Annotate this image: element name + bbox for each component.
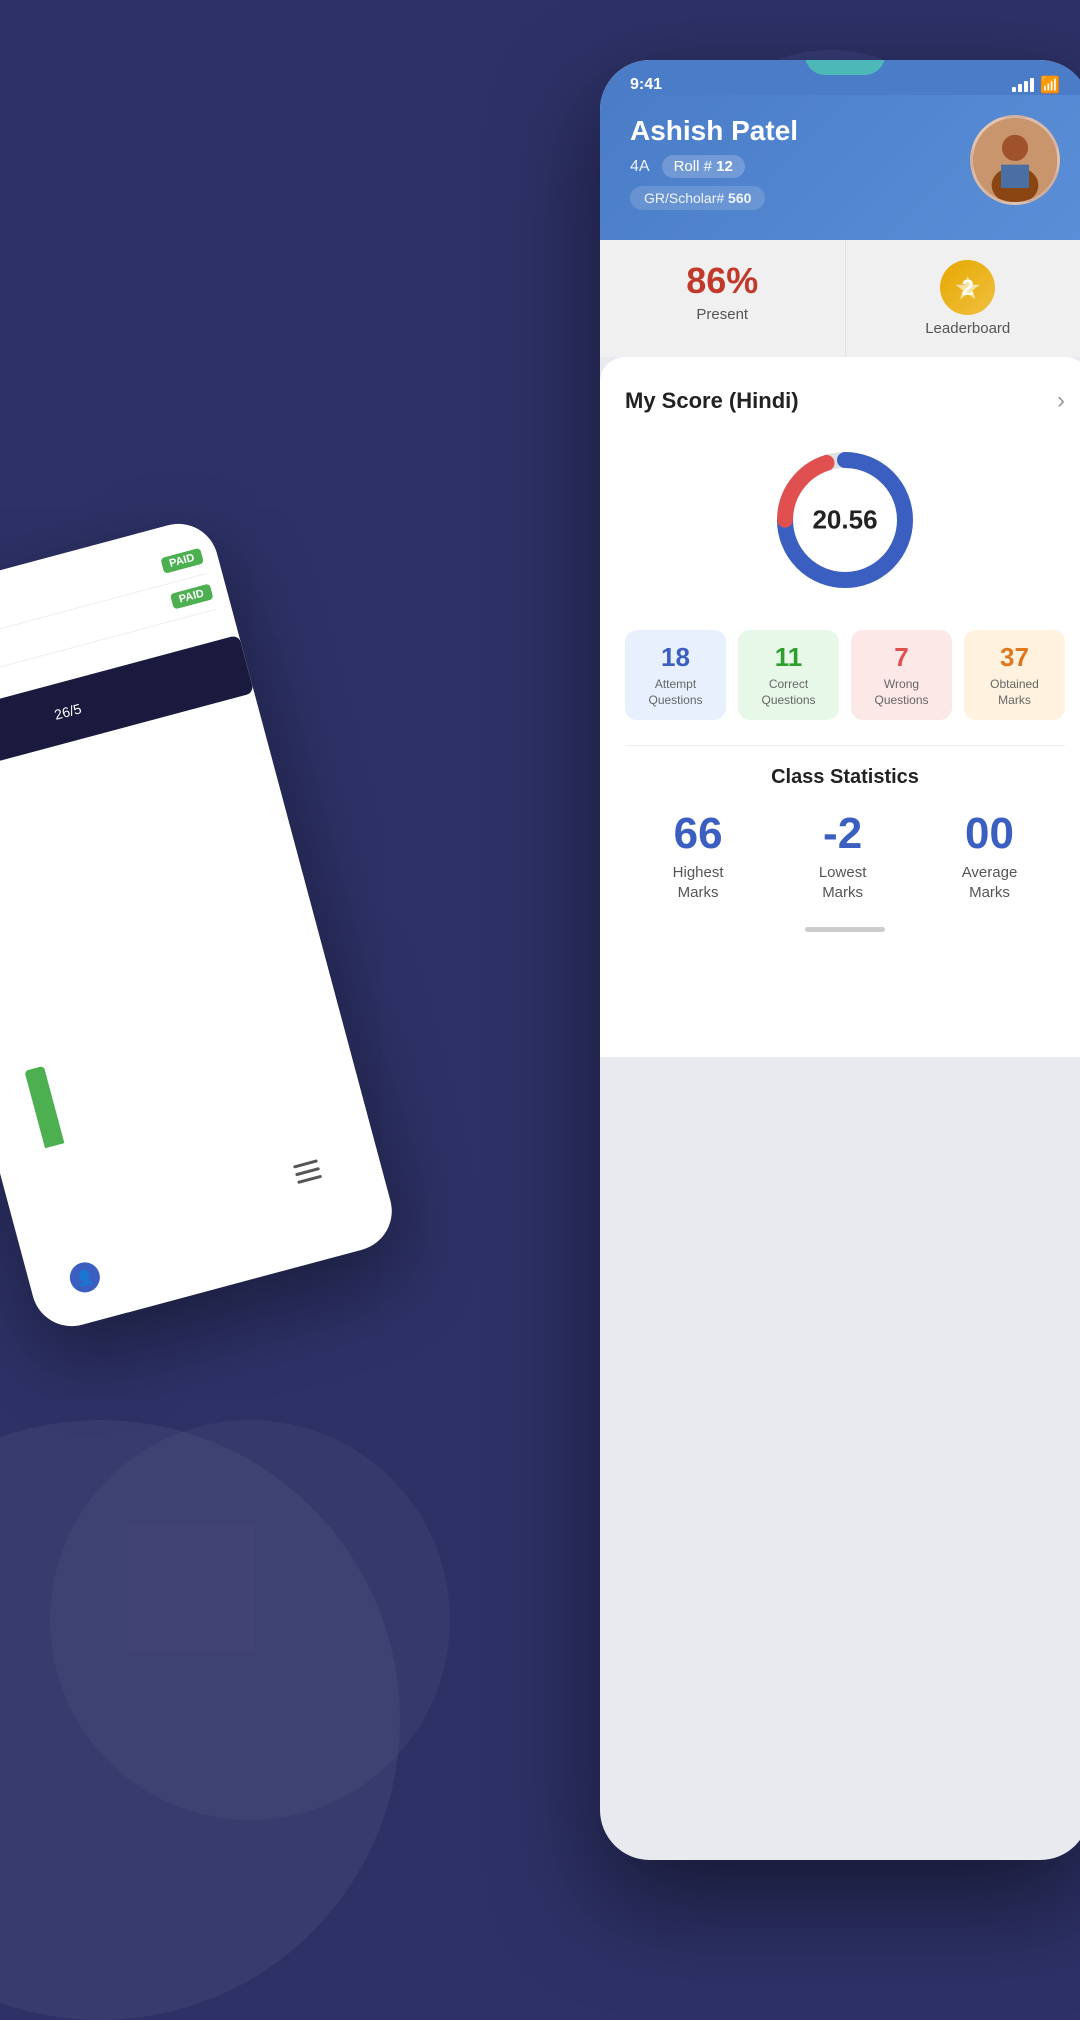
leaderboard-badge: ★ 2 — [940, 260, 995, 315]
leaderboard-stat: ★ 2 Leaderboard — [846, 240, 1080, 357]
average-marks-item: 00 AverageMarks — [962, 809, 1018, 902]
signal-bar-2 — [1018, 84, 1022, 92]
signal-bar-3 — [1024, 81, 1028, 92]
teal-pill-decoration — [805, 60, 885, 75]
chart-bar — [24, 1066, 64, 1148]
avatar-image — [973, 115, 1057, 205]
lowest-marks-value: -2 — [819, 809, 867, 859]
wrong-questions-label: WrongQuestions — [859, 677, 944, 708]
stats-boxes: 18 AttemptQuestions 11 CorrectQuestions … — [625, 630, 1065, 720]
profile-name: Ashish Patel — [630, 115, 798, 147]
avatar — [970, 115, 1060, 205]
present-label: Present — [615, 306, 830, 323]
date-text: 26/5 — [53, 700, 83, 723]
paid-badge-2: PAID — [169, 583, 213, 609]
obtained-marks-label: ObtainedMarks — [972, 677, 1057, 708]
signal-icon — [1012, 78, 1034, 92]
signal-bar-1 — [1012, 87, 1016, 92]
divider — [625, 745, 1065, 746]
bg-decoration-2 — [50, 1420, 450, 1820]
profile-info: Ashish Patel 4A Roll # 12 GR/Scholar# 56… — [630, 115, 1060, 210]
ham-line-3 — [297, 1175, 322, 1184]
obtained-marks-box: 37 ObtainedMarks — [964, 630, 1065, 720]
lowest-marks-item: -2 LowestMarks — [819, 809, 867, 902]
status-time: 9:41 — [630, 76, 662, 94]
class-stats-row: 66 HighestMarks -2 LowestMarks 00 Averag… — [625, 809, 1065, 902]
average-marks-label: AverageMarks — [962, 863, 1018, 902]
profile-class-row: 4A Roll # 12 — [630, 155, 798, 178]
class-badge: 4A — [630, 158, 650, 176]
lowest-marks-label: LowestMarks — [819, 863, 867, 902]
highest-marks-item: 66 HighestMarks — [673, 809, 724, 902]
correct-questions-box: 11 CorrectQuestions — [738, 630, 839, 720]
donut-score: 20.56 — [812, 505, 877, 536]
obtained-marks-value: 37 — [972, 642, 1057, 673]
highest-marks-value: 66 — [673, 809, 724, 859]
score-card-title: My Score (Hindi) — [625, 388, 799, 414]
white-dot-decoration — [220, 1020, 270, 1070]
donut-chart: 20.56 — [765, 440, 925, 600]
hamburger-menu[interactable] — [293, 1159, 322, 1184]
profile-details: Ashish Patel 4A Roll # 12 GR/Scholar# 56… — [630, 115, 798, 210]
main-phone: 9:41 📶 Ashish Patel 4A Roll # 12 — [600, 60, 1080, 1860]
class-statistics: Class Statistics 66 HighestMarks -2 Lowe… — [625, 766, 1065, 902]
donut-chart-container: 20.56 — [625, 440, 1065, 600]
close-button[interactable]: › — [1057, 387, 1065, 415]
stats-row: 86% Present ★ 2 Leaderboard — [600, 240, 1080, 357]
paid-badge-1: PAID — [160, 548, 204, 574]
wrong-questions-value: 7 — [859, 642, 944, 673]
wrong-questions-box: 7 WrongQuestions — [851, 630, 952, 720]
background-phone: 000/- PAID 5000/- PAID 26/5 Days Ago 👤 — [0, 515, 401, 1335]
correct-questions-label: CorrectQuestions — [746, 677, 831, 708]
leaderboard-rank: 2 — [962, 275, 974, 301]
profile-header: Ashish Patel 4A Roll # 12 GR/Scholar# 56… — [600, 95, 1080, 240]
present-value: 86% — [615, 260, 830, 302]
attempt-questions-box: 18 AttemptQuestions — [625, 630, 726, 720]
wifi-icon: 📶 — [1040, 75, 1060, 95]
days-ago-text: Days Ago — [47, 1180, 105, 1209]
user-icon[interactable]: 👤 — [66, 1259, 103, 1296]
average-marks-value: 00 — [962, 809, 1018, 859]
gr-badge: GR/Scholar# 560 — [630, 186, 765, 210]
correct-questions-value: 11 — [746, 642, 831, 673]
score-card-header: My Score (Hindi) › — [625, 387, 1065, 415]
highest-marks-label: HighestMarks — [673, 863, 724, 902]
status-icons: 📶 — [1012, 75, 1060, 95]
class-stats-title: Class Statistics — [625, 766, 1065, 789]
roll-number: 12 — [716, 158, 733, 175]
present-stat: 86% Present — [600, 240, 846, 357]
gr-number: 560 — [728, 190, 751, 206]
score-card: My Score (Hindi) › 20.56 18 Attem — [600, 357, 1080, 1057]
attempt-questions-value: 18 — [633, 642, 718, 673]
leaderboard-label: Leaderboard — [861, 320, 1076, 337]
roll-badge: Roll # 12 — [662, 155, 745, 178]
bottom-indicator — [805, 927, 885, 932]
signal-bar-4 — [1030, 78, 1034, 92]
attempt-questions-label: AttemptQuestions — [633, 677, 718, 708]
